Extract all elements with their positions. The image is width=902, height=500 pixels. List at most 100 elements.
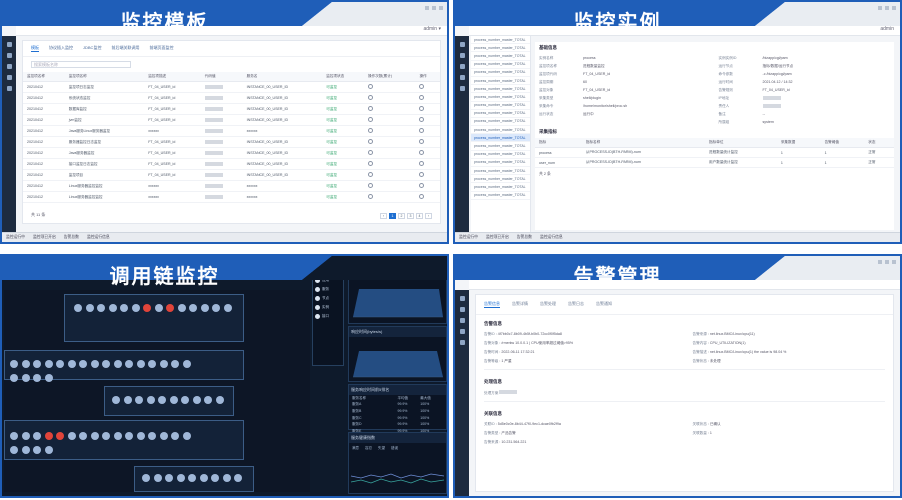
toggle-icon[interactable] [368,194,374,199]
monitor-icon[interactable] [459,307,465,312]
alarm-icon[interactable] [6,75,12,80]
window-controls[interactable] [425,6,443,10]
service-node-icon[interactable] [136,360,145,368]
service-node-icon[interactable] [21,360,30,368]
service-node-icon[interactable] [135,396,143,404]
service-node-icon[interactable] [204,396,212,404]
service-node-icon[interactable] [171,432,179,440]
service-node-icon[interactable] [182,360,191,368]
service-node-icon[interactable] [234,474,242,482]
service-node-icon[interactable] [21,432,30,440]
settings-icon[interactable] [459,86,465,91]
service-node-icon[interactable] [169,396,178,404]
menu-icon[interactable] [6,42,12,47]
service-node-icon[interactable] [189,304,197,312]
monitor-icon[interactable] [459,53,465,58]
toggle-icon[interactable] [368,128,374,133]
service-node-icon[interactable] [113,432,122,440]
service-node-icon[interactable] [211,474,219,482]
instance-list-item[interactable]: process_number_master_TOTAL [471,134,530,143]
edit-icon[interactable] [419,172,425,177]
instance-list-item[interactable]: process_number_master_TOTAL [471,52,530,61]
service-node-icon[interactable] [79,432,87,440]
minimize-icon[interactable] [425,6,429,10]
instance-list-item[interactable]: process_number_master_TOTAL [471,192,530,200]
service-node-icon[interactable] [125,432,133,440]
service-node-icon[interactable] [10,446,18,454]
status-item[interactable]: 监控项已开启 [486,235,509,240]
service-node-icon[interactable] [153,474,162,482]
user-menu[interactable]: admin ▾ [423,26,441,32]
topology-group[interactable] [4,420,244,460]
service-node-icon[interactable] [44,432,53,440]
instance-list-item[interactable]: process_number_master_TOTAL [471,85,530,94]
service-node-icon[interactable] [148,360,156,368]
settings-icon[interactable] [6,86,12,91]
edit-icon[interactable] [419,117,425,122]
service-node-icon[interactable] [212,304,220,312]
table-row[interactable]: 20210412 接口监控日志监控 FT_04_USER_id INSTANCE_00… [23,158,440,170]
window-controls[interactable] [878,260,896,264]
minimize-icon[interactable] [878,260,882,264]
instance-list-item[interactable]: process_number_master_TOTAL [471,175,530,184]
service-node-icon[interactable] [148,432,156,440]
service-node-icon[interactable] [188,474,196,482]
chart-icon[interactable] [6,64,12,69]
instance-list-item[interactable]: process_number_master_TOTAL [471,61,530,69]
ranking-row[interactable]: 服务名称 平均值 最大值 [349,395,446,402]
monitor-icon[interactable] [6,53,12,58]
service-node-icon[interactable] [154,304,163,312]
service-node-icon[interactable] [146,396,155,404]
instance-list-item[interactable]: process_number_master_TOTAL [471,69,530,77]
service-node-icon[interactable] [21,374,30,382]
edit-icon[interactable] [419,84,425,89]
table-row[interactable]: 20210412 监控项日志监控 FT_04_USER_id INSTANCE_00_… [23,81,440,93]
page-button[interactable]: ‹ [380,213,387,219]
service-node-icon[interactable] [192,396,201,404]
instance-list-item[interactable]: process_number_master_TOTAL [471,151,530,159]
service-node-icon[interactable] [102,432,110,440]
service-node-icon[interactable] [159,360,168,368]
ranking-row[interactable]: 服务D 99.9% 100% [349,421,446,428]
toggle-icon[interactable] [368,172,374,177]
service-node-icon[interactable] [90,432,99,440]
service-node-icon[interactable] [131,304,140,312]
instance-list-item[interactable]: process_number_master_TOTAL [471,110,530,118]
page-button[interactable]: 1 [389,213,396,219]
tab-alarm-notify[interactable]: 告警通知 [596,301,612,308]
toggle-icon[interactable] [368,139,374,144]
tab-jdbc[interactable]: JDBC监控 [83,45,101,52]
service-node-icon[interactable] [33,446,41,454]
maximize-icon[interactable] [885,260,889,264]
page-button[interactable]: › [425,213,432,219]
edit-icon[interactable] [419,106,425,111]
ranking-row[interactable]: 服务A 99.9% 100% [349,402,446,409]
service-node-icon[interactable] [102,360,110,368]
handle-value[interactable] [499,390,518,394]
service-node-icon[interactable] [181,396,189,404]
edit-icon[interactable] [419,95,425,100]
service-node-icon[interactable] [44,446,53,454]
tab-frontend-page[interactable]: 前端页面监控 [149,45,173,52]
page-button[interactable]: 4 [416,213,423,219]
service-node-icon[interactable] [165,474,173,482]
table-row[interactable]: 20210412 监控项目 FT_04_USER_id INSTANCE_00_USE… [23,169,440,181]
tab-template[interactable]: 模板 [31,45,39,52]
service-node-icon[interactable] [33,360,41,368]
service-node-icon[interactable] [44,360,53,368]
status-item[interactable]: 监控运行中 [6,235,25,240]
service-node-icon[interactable] [56,432,64,440]
tree-item[interactable]: 接口 [313,312,343,321]
service-node-icon[interactable] [125,360,133,368]
page-button[interactable]: 3 [407,213,414,219]
instance-list-item[interactable]: process_number_master_TOTAL [471,159,530,167]
service-node-icon[interactable] [79,360,87,368]
tab-frontend-backend[interactable]: 前后端关联调用 [111,45,139,52]
chart-icon[interactable] [459,318,465,323]
status-item[interactable]: 监控运行信息 [540,235,563,240]
tab-alarm-handle[interactable]: 告警处理 [540,301,556,308]
service-node-icon[interactable] [108,304,117,312]
alarm-icon[interactable] [459,329,465,334]
service-node-icon[interactable] [67,360,76,368]
toggle-icon[interactable] [368,183,374,188]
